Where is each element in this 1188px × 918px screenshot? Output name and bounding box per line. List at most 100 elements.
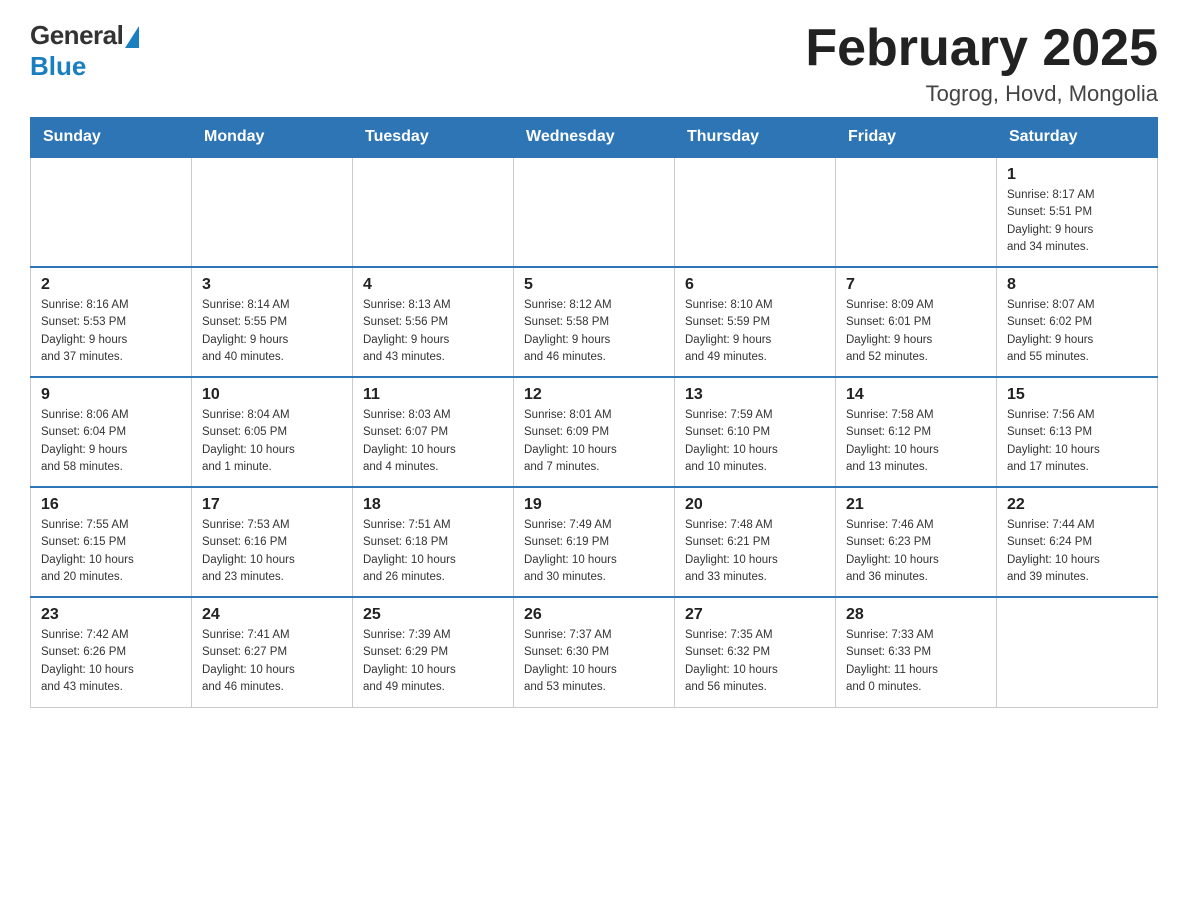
calendar-cell: 14 Sunrise: 7:58 AMSunset: 6:12 PMDayligh… xyxy=(836,377,997,487)
calendar-week-1: 1 Sunrise: 8:17 AMSunset: 5:51 PMDaylight… xyxy=(31,157,1158,267)
day-number: 6 xyxy=(685,276,825,294)
day-info: Sunrise: 8:06 AMSunset: 6:04 PMDaylight:… xyxy=(41,407,181,476)
calendar-cell: 13 Sunrise: 7:59 AMSunset: 6:10 PMDayligh… xyxy=(675,377,836,487)
calendar-cell: 9 Sunrise: 8:06 AMSunset: 6:04 PMDaylight… xyxy=(31,377,192,487)
title-area: February 2025 Togrog, Hovd, Mongolia xyxy=(805,20,1158,107)
calendar-cell: 5 Sunrise: 8:12 AMSunset: 5:58 PMDaylight… xyxy=(514,267,675,377)
day-info: Sunrise: 7:48 AMSunset: 6:21 PMDaylight:… xyxy=(685,517,825,586)
day-info: Sunrise: 8:14 AMSunset: 5:55 PMDaylight:… xyxy=(202,297,342,366)
weekday-header-sunday: Sunday xyxy=(31,118,192,158)
calendar-cell: 15 Sunrise: 7:56 AMSunset: 6:13 PMDayligh… xyxy=(997,377,1158,487)
day-number: 25 xyxy=(363,606,503,624)
day-info: Sunrise: 8:09 AMSunset: 6:01 PMDaylight:… xyxy=(846,297,986,366)
day-number: 3 xyxy=(202,276,342,294)
calendar-cell: 1 Sunrise: 8:17 AMSunset: 5:51 PMDaylight… xyxy=(997,157,1158,267)
day-number: 19 xyxy=(524,496,664,514)
calendar-week-5: 23 Sunrise: 7:42 AMSunset: 6:26 PMDayligh… xyxy=(31,597,1158,707)
calendar-cell: 2 Sunrise: 8:16 AMSunset: 5:53 PMDaylight… xyxy=(31,267,192,377)
day-number: 28 xyxy=(846,606,986,624)
day-number: 13 xyxy=(685,386,825,404)
location-title: Togrog, Hovd, Mongolia xyxy=(805,81,1158,107)
calendar-cell: 7 Sunrise: 8:09 AMSunset: 6:01 PMDaylight… xyxy=(836,267,997,377)
calendar-cell: 17 Sunrise: 7:53 AMSunset: 6:16 PMDayligh… xyxy=(192,487,353,597)
calendar-cell xyxy=(836,157,997,267)
calendar-week-4: 16Sunrise: 7:55 AMSunset: 6:15 PMDayligh… xyxy=(31,487,1158,597)
calendar-cell: 3 Sunrise: 8:14 AMSunset: 5:55 PMDaylight… xyxy=(192,267,353,377)
day-info: Sunrise: 8:03 AMSunset: 6:07 PMDaylight:… xyxy=(363,407,503,476)
day-number: 12 xyxy=(524,386,664,404)
calendar-cell: 16Sunrise: 7:55 AMSunset: 6:15 PMDayligh… xyxy=(31,487,192,597)
day-info: Sunrise: 7:56 AMSunset: 6:13 PMDaylight:… xyxy=(1007,407,1147,476)
day-number: 8 xyxy=(1007,276,1147,294)
weekday-header-tuesday: Tuesday xyxy=(353,118,514,158)
day-number: 4 xyxy=(363,276,503,294)
day-info: Sunrise: 8:17 AMSunset: 5:51 PMDaylight:… xyxy=(1007,187,1147,256)
day-info: Sunrise: 7:59 AMSunset: 6:10 PMDaylight:… xyxy=(685,407,825,476)
logo-triangle-icon xyxy=(125,26,139,48)
day-info: Sunrise: 7:51 AMSunset: 6:18 PMDaylight:… xyxy=(363,517,503,586)
calendar-cell: 21 Sunrise: 7:46 AMSunset: 6:23 PMDayligh… xyxy=(836,487,997,597)
calendar-header: SundayMondayTuesdayWednesdayThursdayFrid… xyxy=(31,118,1158,158)
page-header: General Blue February 2025 Togrog, Hovd,… xyxy=(30,20,1158,107)
calendar-cell xyxy=(31,157,192,267)
weekday-header-row: SundayMondayTuesdayWednesdayThursdayFrid… xyxy=(31,118,1158,158)
day-number: 20 xyxy=(685,496,825,514)
calendar-cell: 20 Sunrise: 7:48 AMSunset: 6:21 PMDayligh… xyxy=(675,487,836,597)
calendar-cell xyxy=(514,157,675,267)
calendar-cell: 24Sunrise: 7:41 AMSunset: 6:27 PMDayligh… xyxy=(192,597,353,707)
day-number: 10 xyxy=(202,386,342,404)
day-number: 7 xyxy=(846,276,986,294)
month-title: February 2025 xyxy=(805,20,1158,77)
calendar-cell: 28 Sunrise: 7:33 AMSunset: 6:33 PMDayligh… xyxy=(836,597,997,707)
weekday-header-saturday: Saturday xyxy=(997,118,1158,158)
day-info: Sunrise: 8:16 AMSunset: 5:53 PMDaylight:… xyxy=(41,297,181,366)
day-number: 5 xyxy=(524,276,664,294)
day-info: Sunrise: 7:53 AMSunset: 6:16 PMDaylight:… xyxy=(202,517,342,586)
day-info: Sunrise: 8:07 AMSunset: 6:02 PMDaylight:… xyxy=(1007,297,1147,366)
calendar-cell: 23 Sunrise: 7:42 AMSunset: 6:26 PMDayligh… xyxy=(31,597,192,707)
logo: General Blue xyxy=(30,20,139,82)
calendar-cell xyxy=(353,157,514,267)
day-info: Sunrise: 7:39 AMSunset: 6:29 PMDaylight:… xyxy=(363,627,503,696)
day-number: 23 xyxy=(41,606,181,624)
calendar-cell: 25 Sunrise: 7:39 AMSunset: 6:29 PMDayligh… xyxy=(353,597,514,707)
weekday-header-thursday: Thursday xyxy=(675,118,836,158)
weekday-header-monday: Monday xyxy=(192,118,353,158)
day-number: 1 xyxy=(1007,166,1147,184)
day-info: Sunrise: 7:55 AMSunset: 6:15 PMDaylight:… xyxy=(41,517,181,586)
day-info: Sunrise: 7:41 AMSunset: 6:27 PMDaylight:… xyxy=(202,627,342,696)
calendar-cell: 18 Sunrise: 7:51 AMSunset: 6:18 PMDayligh… xyxy=(353,487,514,597)
day-info: Sunrise: 8:01 AMSunset: 6:09 PMDaylight:… xyxy=(524,407,664,476)
day-number: 11 xyxy=(363,386,503,404)
day-info: Sunrise: 8:12 AMSunset: 5:58 PMDaylight:… xyxy=(524,297,664,366)
day-number: 22 xyxy=(1007,496,1147,514)
day-info: Sunrise: 7:46 AMSunset: 6:23 PMDaylight:… xyxy=(846,517,986,586)
weekday-header-wednesday: Wednesday xyxy=(514,118,675,158)
day-info: Sunrise: 7:58 AMSunset: 6:12 PMDaylight:… xyxy=(846,407,986,476)
calendar-cell xyxy=(997,597,1158,707)
day-number: 14 xyxy=(846,386,986,404)
day-number: 9 xyxy=(41,386,181,404)
day-number: 26 xyxy=(524,606,664,624)
calendar-week-3: 9 Sunrise: 8:06 AMSunset: 6:04 PMDaylight… xyxy=(31,377,1158,487)
day-number: 15 xyxy=(1007,386,1147,404)
calendar-cell: 26Sunrise: 7:37 AMSunset: 6:30 PMDayligh… xyxy=(514,597,675,707)
day-number: 2 xyxy=(41,276,181,294)
calendar-cell: 12 Sunrise: 8:01 AMSunset: 6:09 PMDayligh… xyxy=(514,377,675,487)
day-number: 18 xyxy=(363,496,503,514)
calendar-table: SundayMondayTuesdayWednesdayThursdayFrid… xyxy=(30,117,1158,708)
day-info: Sunrise: 7:33 AMSunset: 6:33 PMDaylight:… xyxy=(846,627,986,696)
day-info: Sunrise: 7:42 AMSunset: 6:26 PMDaylight:… xyxy=(41,627,181,696)
calendar-cell xyxy=(675,157,836,267)
day-info: Sunrise: 8:10 AMSunset: 5:59 PMDaylight:… xyxy=(685,297,825,366)
calendar-cell: 10Sunrise: 8:04 AMSunset: 6:05 PMDayligh… xyxy=(192,377,353,487)
day-number: 17 xyxy=(202,496,342,514)
day-number: 21 xyxy=(846,496,986,514)
calendar-cell: 6 Sunrise: 8:10 AMSunset: 5:59 PMDaylight… xyxy=(675,267,836,377)
logo-general-text: General xyxy=(30,20,123,51)
calendar-week-2: 2 Sunrise: 8:16 AMSunset: 5:53 PMDaylight… xyxy=(31,267,1158,377)
calendar-cell: 22Sunrise: 7:44 AMSunset: 6:24 PMDayligh… xyxy=(997,487,1158,597)
day-info: Sunrise: 7:35 AMSunset: 6:32 PMDaylight:… xyxy=(685,627,825,696)
calendar-cell: 11 Sunrise: 8:03 AMSunset: 6:07 PMDayligh… xyxy=(353,377,514,487)
calendar-cell: 27Sunrise: 7:35 AMSunset: 6:32 PMDayligh… xyxy=(675,597,836,707)
